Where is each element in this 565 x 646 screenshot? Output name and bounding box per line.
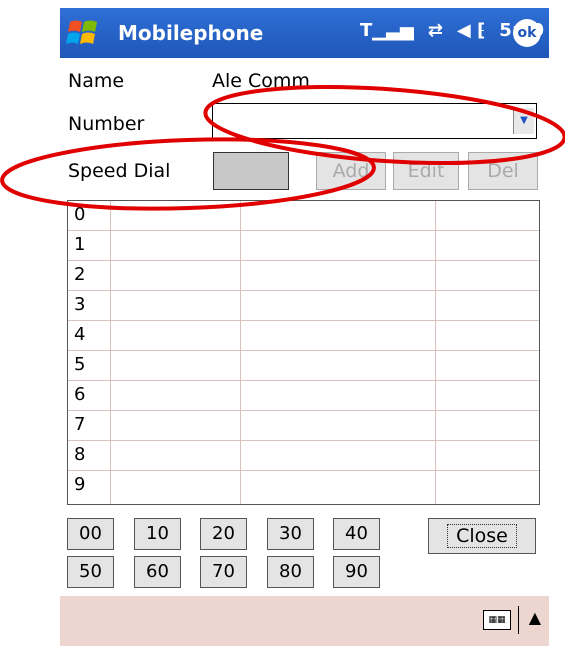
close-button-label: Close	[447, 524, 517, 548]
add-button[interactable]: Add	[316, 152, 386, 190]
list-item[interactable]: 6	[68, 381, 539, 411]
group-button-70[interactable]: 70	[200, 556, 247, 588]
slot-number: 3	[74, 294, 86, 315]
number-label: Number	[68, 113, 145, 135]
slot-number: 4	[74, 324, 86, 345]
slot-number: 8	[74, 444, 86, 465]
slot-number: 7	[74, 414, 86, 435]
slot-number: 5	[74, 354, 86, 375]
list-item[interactable]: 7	[68, 411, 539, 441]
list-item[interactable]: 5	[68, 351, 539, 381]
group-button-60[interactable]: 60	[134, 556, 181, 588]
volume-icon[interactable]: ◀ ⁅	[457, 20, 485, 41]
list-item[interactable]: 2	[68, 261, 539, 291]
edit-button[interactable]: Edit	[393, 152, 459, 190]
keyboard-icon[interactable]: ▦▦	[483, 610, 511, 630]
group-button-50[interactable]: 50	[67, 556, 114, 588]
chevron-down-icon[interactable]: ▼	[513, 108, 534, 134]
name-label: Name	[68, 70, 125, 92]
group-button-00[interactable]: 00	[67, 518, 114, 550]
close-button[interactable]: Close	[428, 518, 536, 554]
signal-icon[interactable]: T▁▃▅	[360, 20, 414, 41]
sync-icon[interactable]: ⇄	[428, 20, 443, 41]
speed-dial-label: Speed Dial	[68, 160, 171, 182]
list-item[interactable]: 0	[68, 201, 539, 231]
list-item[interactable]: 4	[68, 321, 539, 351]
list-item[interactable]: 3	[68, 291, 539, 321]
slot-number: 1	[74, 234, 86, 255]
list-item[interactable]: 9	[68, 471, 539, 501]
menu-bar: ▦▦ ▲	[60, 596, 549, 646]
list-item[interactable]: 1	[68, 231, 539, 261]
slot-number: 0	[74, 204, 86, 225]
name-value: Ale Comm	[212, 70, 310, 92]
speed-dial-list[interactable]: 0 1 2 3 4 5 6 7 8 9	[67, 200, 540, 505]
group-button-20[interactable]: 20	[200, 518, 247, 550]
input-menu-arrow-icon[interactable]: ▲	[529, 608, 541, 627]
list-item[interactable]: 8	[68, 441, 539, 471]
number-dropdown[interactable]: ▼	[212, 103, 537, 139]
windows-start-icon[interactable]	[66, 16, 100, 50]
group-button-90[interactable]: 90	[333, 556, 380, 588]
menu-separator	[518, 606, 519, 634]
group-button-40[interactable]: 40	[333, 518, 380, 550]
delete-button[interactable]: Del	[468, 152, 538, 190]
slot-number: 2	[74, 264, 86, 285]
slot-number: 9	[74, 474, 86, 495]
slot-number: 6	[74, 384, 86, 405]
app-window: Mobilephone T▁▃▅ ⇄ ◀ ⁅ 5:50 ok Name Ale …	[60, 0, 549, 646]
group-button-10[interactable]: 10	[134, 518, 181, 550]
speed-dial-field[interactable]	[213, 152, 289, 190]
window-title: Mobilephone	[118, 21, 264, 45]
ok-button[interactable]: ok	[513, 19, 541, 47]
group-button-30[interactable]: 30	[267, 518, 314, 550]
title-bar: Mobilephone T▁▃▅ ⇄ ◀ ⁅ 5:50 ok	[60, 8, 549, 58]
group-button-80[interactable]: 80	[267, 556, 314, 588]
